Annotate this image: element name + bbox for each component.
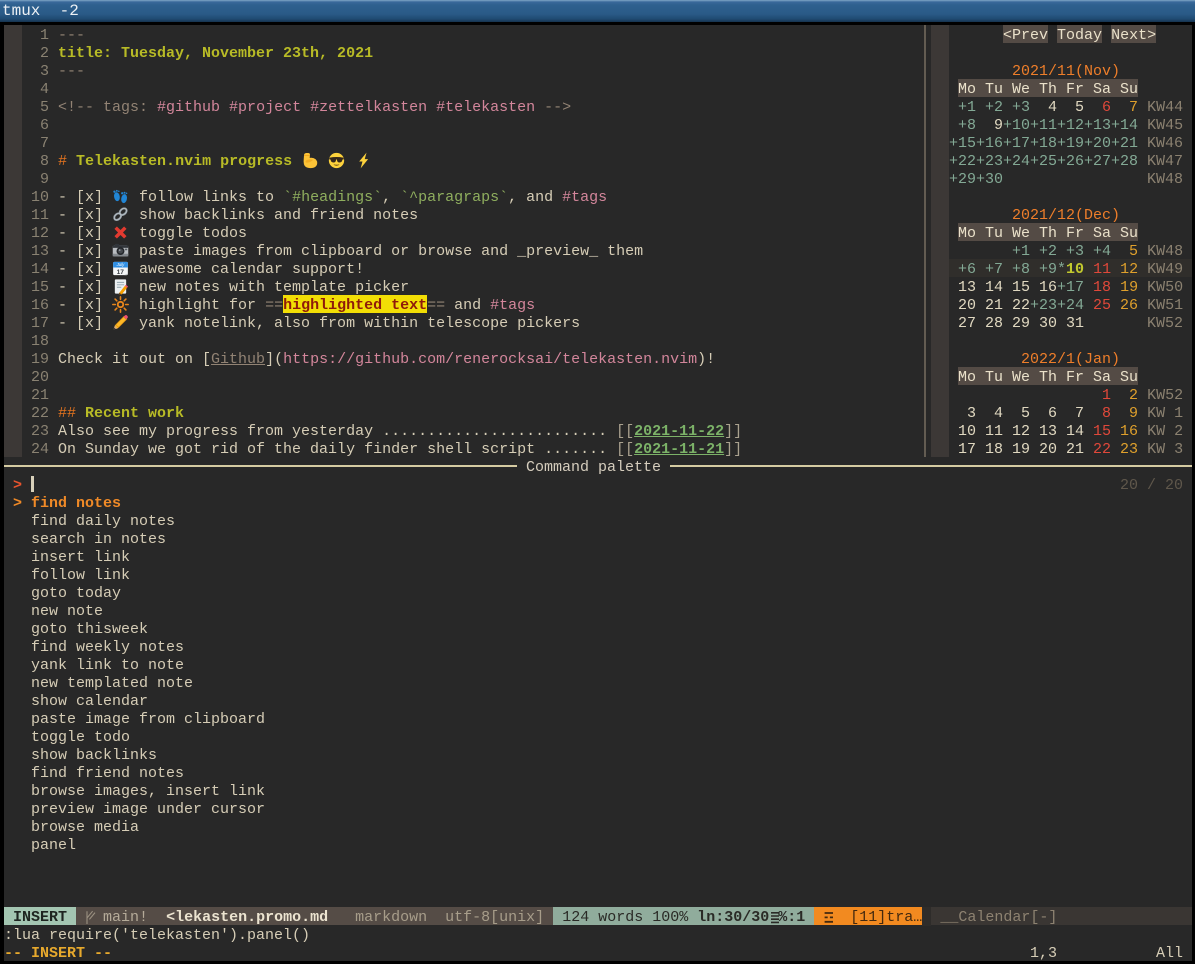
svg-text:17: 17 (117, 269, 125, 276)
svg-text:July: July (116, 262, 126, 267)
